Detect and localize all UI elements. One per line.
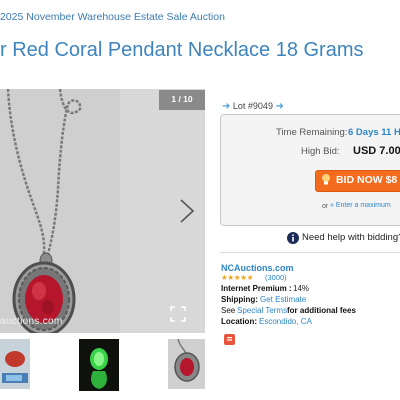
bid-now-label[interactable]: BID NOW $8 bbox=[336, 174, 397, 186]
rating-stars: ★★★★★ bbox=[221, 273, 254, 282]
special-terms-link[interactable]: Special Terms bbox=[237, 306, 287, 315]
arrow-right-icon[interactable]: ➜ bbox=[275, 101, 283, 112]
thumbnail-1[interactable] bbox=[0, 339, 30, 389]
lot-number: Lot #9049 bbox=[232, 101, 273, 111]
location-label: Location: bbox=[221, 317, 257, 326]
time-remaining-value: 6 Days 11 Ho bbox=[348, 127, 400, 138]
review-count[interactable]: (3000) bbox=[265, 273, 287, 282]
bidding-help-link[interactable]: Need help with bidding? bbox=[302, 232, 400, 243]
info-icon bbox=[287, 231, 299, 244]
internet-premium-value: 14% bbox=[293, 284, 310, 293]
see-text: See bbox=[221, 306, 236, 315]
thumbnail-2[interactable] bbox=[79, 339, 119, 391]
main-photo[interactable] bbox=[0, 89, 205, 333]
shipping-label: Shipping: bbox=[221, 295, 258, 304]
get-estimate-link[interactable]: Get Estimate bbox=[260, 295, 306, 304]
lightbulb-icon bbox=[320, 173, 332, 186]
high-bid-value: USD 7.00 bbox=[353, 145, 400, 157]
chevron-right-icon[interactable] bbox=[177, 198, 197, 224]
enter-max-bid-link[interactable]: » Enter a maximum bbox=[330, 202, 391, 209]
high-bid-label: High Bid: bbox=[301, 146, 340, 157]
arrow-left-icon[interactable]: ➜ bbox=[222, 101, 230, 112]
necklace-photo bbox=[0, 89, 205, 333]
additional-fees-text: for additional fees bbox=[287, 306, 356, 315]
page-title: r Red Coral Pendant Necklace 18 Grams bbox=[0, 39, 364, 61]
photo-counter: 1 / 10 bbox=[171, 94, 193, 104]
pdf-icon[interactable] bbox=[224, 332, 235, 345]
location-link[interactable]: Escondido, CA bbox=[259, 317, 312, 326]
thumbnail-3[interactable] bbox=[168, 339, 205, 389]
time-remaining-label: Time Remaining: bbox=[276, 127, 348, 138]
or-text: or bbox=[322, 203, 329, 210]
lot-nav: ➜ Lot #9049 ➜ bbox=[222, 101, 284, 112]
breadcrumb[interactable]: 2025 November Warehouse Estate Sale Auct… bbox=[0, 11, 225, 23]
internet-premium-label: Internet Premium : bbox=[221, 284, 292, 293]
divider bbox=[220, 252, 400, 253]
seller-name[interactable]: NCAuctions.com bbox=[221, 263, 294, 273]
photo-watermark: auctions.com bbox=[0, 316, 63, 327]
expand-icon[interactable] bbox=[170, 306, 186, 322]
